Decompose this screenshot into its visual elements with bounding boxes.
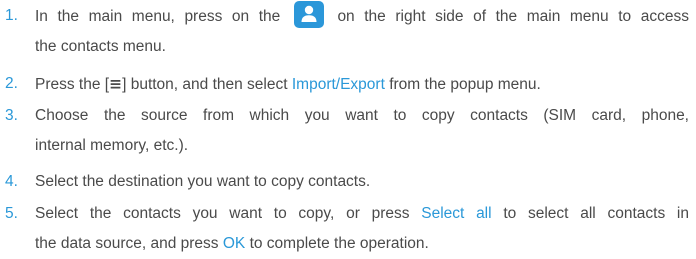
step-line: the data source, and press OK to complet… — [35, 229, 689, 259]
menu-option-import-export: Import/Export — [291, 76, 385, 93]
option-select-all: Select all — [421, 205, 492, 222]
step-line: Press the [≡] button, and then select Im… — [35, 69, 689, 100]
step-text-segment: Press the [ — [35, 76, 110, 93]
step-text-segment: from the popup menu. — [389, 76, 541, 93]
step-text: In the main menu, press on the on the ri… — [35, 1, 689, 62]
step-text: Choose the source from which you want to… — [35, 101, 689, 161]
step-line: Choose the source from which you want to… — [35, 107, 689, 124]
step-line: Select the contacts you want to copy, or… — [35, 199, 689, 229]
step-number: 2. — [5, 75, 18, 92]
menu-icon: ≡ — [109, 75, 123, 93]
step-number: 3. — [5, 107, 18, 124]
step-text-segment: to select all contacts in — [503, 205, 689, 222]
step-line: Select the destination you want to copy … — [35, 173, 371, 190]
option-ok: OK — [222, 235, 246, 252]
step-line: internal memory, etc.). — [35, 137, 189, 154]
step-text-segment: Select the contacts you want to copy, or… — [35, 205, 410, 222]
contacts-icon — [293, 1, 324, 28]
step-text-segment: In the main menu, press on the — [35, 8, 281, 25]
step-number: 5. — [5, 205, 18, 222]
step-number: 4. — [5, 173, 18, 190]
step-line: In the main menu, press on the on the ri… — [35, 1, 689, 32]
step-text-segment: ] button, and then select — [122, 76, 288, 93]
step-text: Select the contacts you want to copy, or… — [35, 199, 689, 259]
step-text-segment: to complete the operation. — [249, 235, 429, 252]
step-text-segment: on the right side of the main menu to ac… — [337, 8, 689, 25]
step-text: Press the [≡] button, and then select Im… — [35, 69, 689, 100]
step-text: Select the destination you want to copy … — [35, 167, 689, 197]
step-line: the contacts menu. — [35, 38, 166, 55]
step-number: 1. — [5, 7, 18, 24]
step-text-segment: the data source, and press — [35, 235, 219, 252]
